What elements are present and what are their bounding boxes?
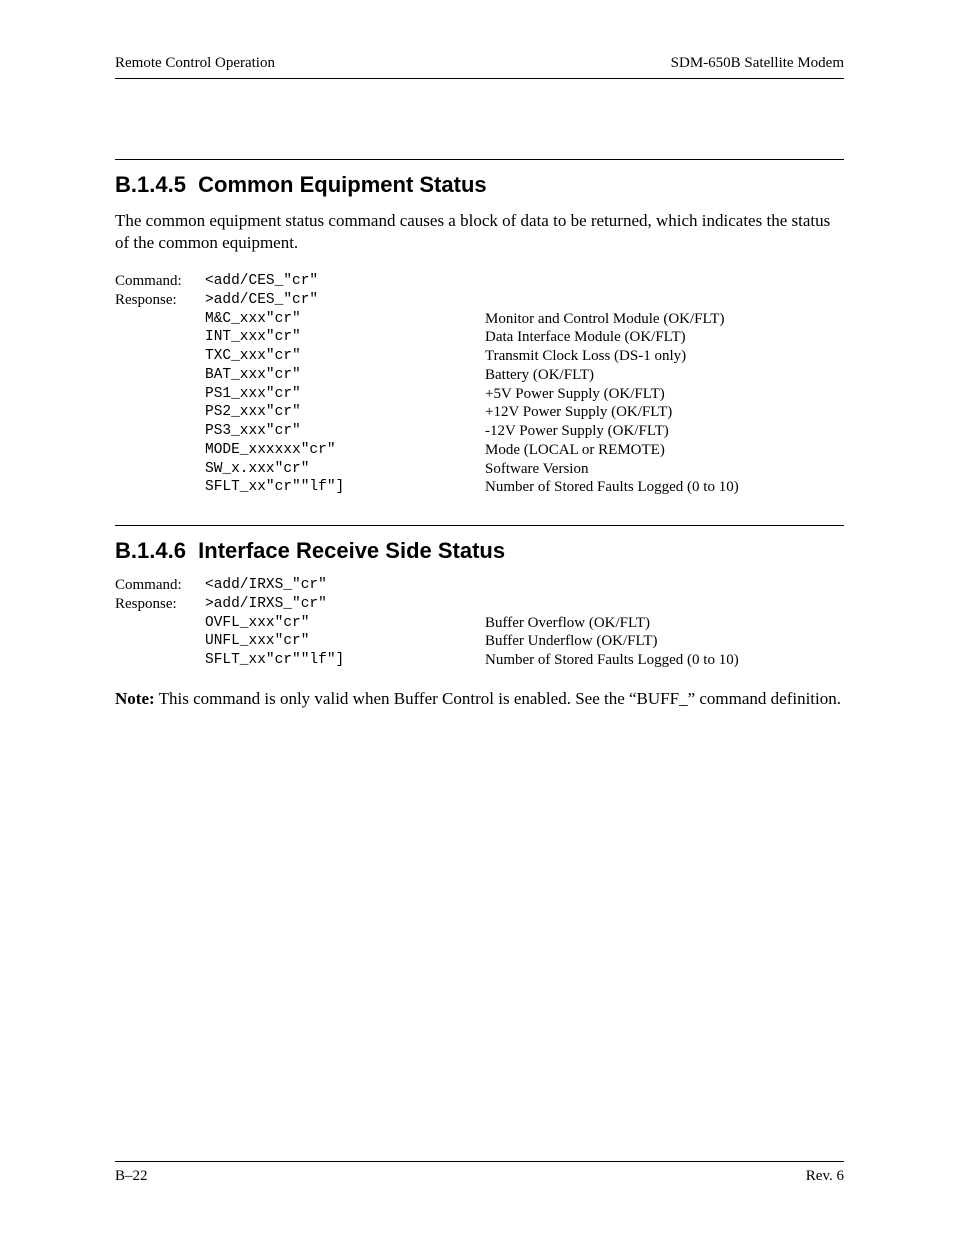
desc-cell: Buffer Underflow (OK/FLT) xyxy=(485,632,739,651)
code-cell: <add/CES_"cr" xyxy=(205,272,485,291)
code-cell: SFLT_xx"cr""lf"] xyxy=(205,651,485,670)
desc-cell: -12V Power Supply (OK/FLT) xyxy=(485,422,739,441)
code-cell: TXC_xxx"cr" xyxy=(205,347,485,366)
code-cell: UNFL_xxx"cr" xyxy=(205,632,485,651)
desc-cell: Transmit Clock Loss (DS-1 only) xyxy=(485,347,739,366)
table-row: Command: <add/CES_"cr" xyxy=(115,272,739,291)
section-title: Interface Receive Side Status xyxy=(198,538,505,563)
desc-cell: Software Version xyxy=(485,460,739,479)
section-b145: B.1.4.5 Common Equipment Status The comm… xyxy=(115,159,844,497)
code-cell: >add/IRXS_"cr" xyxy=(205,595,485,614)
desc-cell: Monitor and Control Module (OK/FLT) xyxy=(485,310,739,329)
table-row: PS3_xxx"cr" -12V Power Supply (OK/FLT) xyxy=(115,422,739,441)
desc-cell xyxy=(485,272,739,291)
table-row: INT_xxx"cr" Data Interface Module (OK/FL… xyxy=(115,328,739,347)
code-cell: BAT_xxx"cr" xyxy=(205,366,485,385)
running-footer: B–22 Rev. 6 xyxy=(115,1161,844,1185)
header-right: SDM-650B Satellite Modem xyxy=(671,55,844,72)
table-row: BAT_xxx"cr" Battery (OK/FLT) xyxy=(115,366,739,385)
section-b146: B.1.4.6 Interface Receive Side Status Co… xyxy=(115,525,844,710)
table-row: Command: <add/IRXS_"cr" xyxy=(115,576,739,595)
desc-cell xyxy=(485,576,739,595)
header-rule xyxy=(115,78,844,79)
desc-cell: +5V Power Supply (OK/FLT) xyxy=(485,385,739,404)
section-number: B.1.4.6 xyxy=(115,538,186,563)
command-response-table: Command: <add/CES_"cr" Response: >add/CE… xyxy=(115,272,739,497)
code-cell: PS3_xxx"cr" xyxy=(205,422,485,441)
command-response-table: Command: <add/IRXS_"cr" Response: >add/I… xyxy=(115,576,739,670)
table-row: Response: >add/IRXS_"cr" xyxy=(115,595,739,614)
label-command: Command: xyxy=(115,272,205,291)
table-row: PS2_xxx"cr" +12V Power Supply (OK/FLT) xyxy=(115,403,739,422)
table-row: PS1_xxx"cr" +5V Power Supply (OK/FLT) xyxy=(115,385,739,404)
table-row: UNFL_xxx"cr" Buffer Underflow (OK/FLT) xyxy=(115,632,739,651)
table-row: SFLT_xx"cr""lf"] Number of Stored Faults… xyxy=(115,478,739,497)
code-cell: SFLT_xx"cr""lf"] xyxy=(205,478,485,497)
desc-cell: Battery (OK/FLT) xyxy=(485,366,739,385)
desc-cell: Number of Stored Faults Logged (0 to 10) xyxy=(485,651,739,670)
table-row: SFLT_xx"cr""lf"] Number of Stored Faults… xyxy=(115,651,739,670)
section-rule xyxy=(115,525,844,526)
label-response: Response: xyxy=(115,595,205,614)
code-cell: INT_xxx"cr" xyxy=(205,328,485,347)
section-number: B.1.4.5 xyxy=(115,172,186,197)
header-left: Remote Control Operation xyxy=(115,55,275,72)
table-row: MODE_xxxxxx"cr" Mode (LOCAL or REMOTE) xyxy=(115,441,739,460)
code-cell: OVFL_xxx"cr" xyxy=(205,614,485,633)
desc-cell: Buffer Overflow (OK/FLT) xyxy=(485,614,739,633)
desc-cell: Mode (LOCAL or REMOTE) xyxy=(485,441,739,460)
footer-right: Rev. 6 xyxy=(806,1168,844,1185)
table-row: Response: >add/CES_"cr" xyxy=(115,291,739,310)
code-cell: PS1_xxx"cr" xyxy=(205,385,485,404)
label-command: Command: xyxy=(115,576,205,595)
desc-cell: Number of Stored Faults Logged (0 to 10) xyxy=(485,478,739,497)
section-title: Common Equipment Status xyxy=(198,172,486,197)
section-heading: B.1.4.5 Common Equipment Status xyxy=(115,172,844,198)
code-cell: SW_x.xxx"cr" xyxy=(205,460,485,479)
footer-rule xyxy=(115,1161,844,1162)
desc-cell: +12V Power Supply (OK/FLT) xyxy=(485,403,739,422)
label-response: Response: xyxy=(115,291,205,310)
section-intro: The common equipment status command caus… xyxy=(115,210,844,254)
desc-cell xyxy=(485,595,739,614)
code-cell: M&C_xxx"cr" xyxy=(205,310,485,329)
table-row: M&C_xxx"cr" Monitor and Control Module (… xyxy=(115,310,739,329)
section-rule xyxy=(115,159,844,160)
code-cell: <add/IRXS_"cr" xyxy=(205,576,485,595)
page: Remote Control Operation SDM-650B Satell… xyxy=(0,0,954,1235)
footer-left: B–22 xyxy=(115,1168,148,1185)
table-row: SW_x.xxx"cr" Software Version xyxy=(115,460,739,479)
table-row: TXC_xxx"cr" Transmit Clock Loss (DS-1 on… xyxy=(115,347,739,366)
code-cell: MODE_xxxxxx"cr" xyxy=(205,441,485,460)
note-label: Note: xyxy=(115,689,155,708)
desc-cell xyxy=(485,291,739,310)
running-header: Remote Control Operation SDM-650B Satell… xyxy=(115,55,844,72)
note-paragraph: Note: This command is only valid when Bu… xyxy=(115,688,844,710)
note-text: This command is only valid when Buffer C… xyxy=(155,689,841,708)
code-cell: PS2_xxx"cr" xyxy=(205,403,485,422)
code-cell: >add/CES_"cr" xyxy=(205,291,485,310)
table-row: OVFL_xxx"cr" Buffer Overflow (OK/FLT) xyxy=(115,614,739,633)
section-heading: B.1.4.6 Interface Receive Side Status xyxy=(115,538,844,564)
desc-cell: Data Interface Module (OK/FLT) xyxy=(485,328,739,347)
